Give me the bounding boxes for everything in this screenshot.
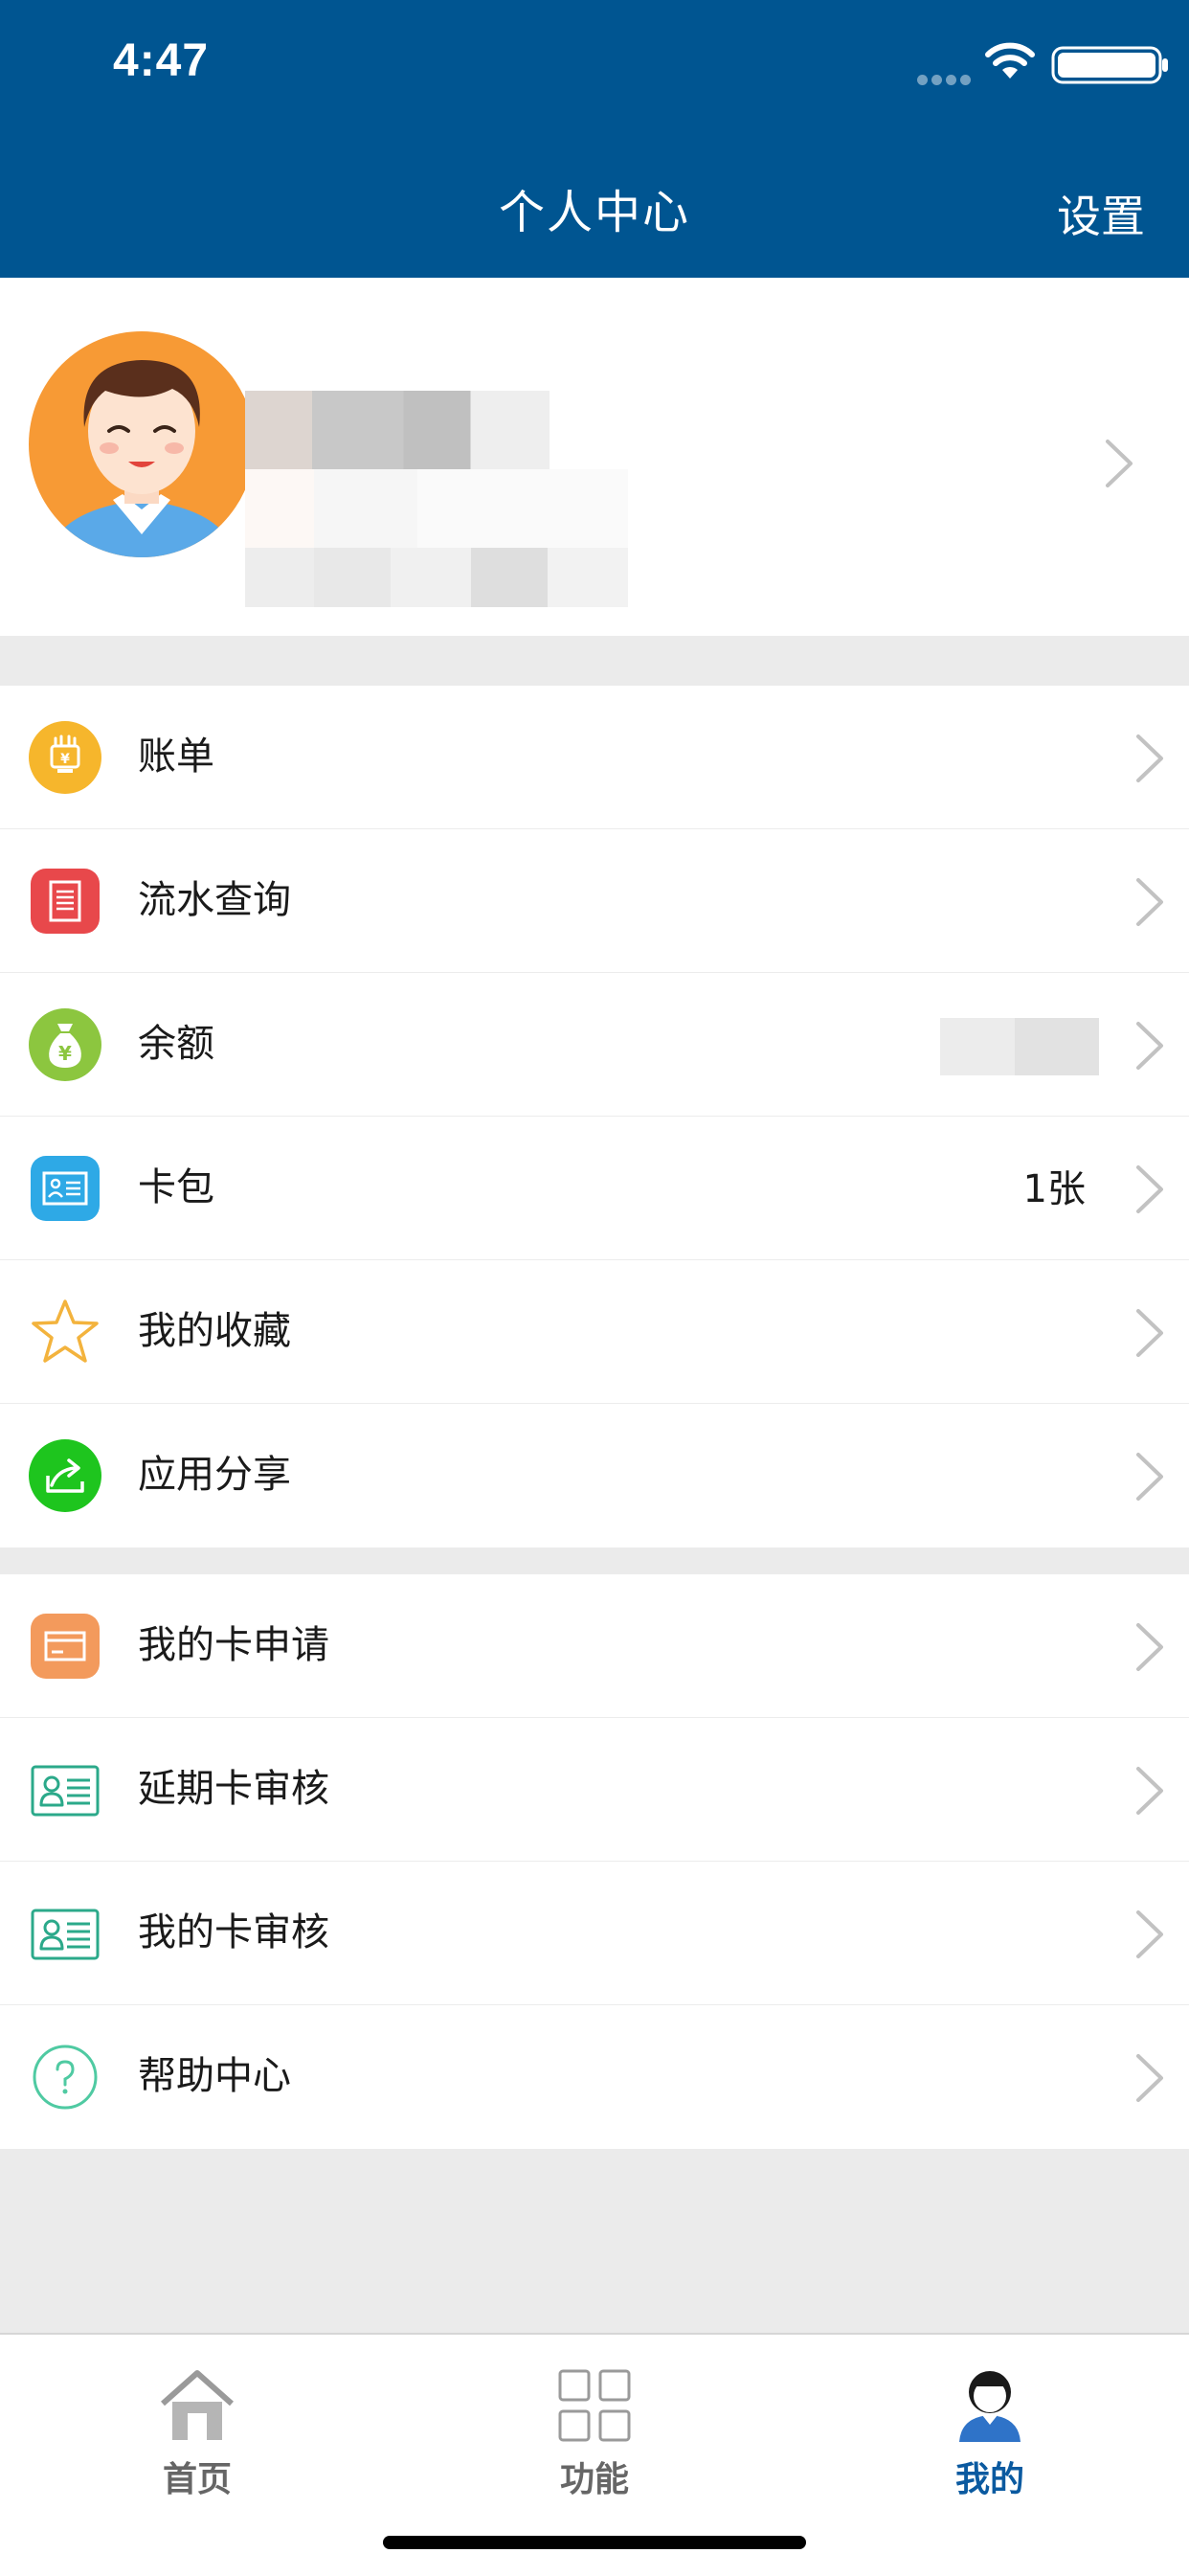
tab-mine[interactable]: 我的	[904, 2367, 1076, 2501]
menu-item-share-app[interactable]: 应用分享	[0, 1404, 1189, 1548]
menu-item-label: 我的卡审核	[138, 1910, 329, 1955]
status-time: 4:47	[113, 35, 210, 86]
avatar	[29, 331, 255, 557]
chevron-right-icon	[1136, 2054, 1163, 2102]
tab-functions[interactable]: 功能	[508, 2367, 681, 2501]
menu-item-card-application[interactable]: 我的卡申请	[0, 1574, 1189, 1718]
profile-card[interactable]	[0, 278, 1189, 636]
menu-item-help-center[interactable]: 帮助中心	[0, 2005, 1189, 2149]
menu-item-extension-card-review[interactable]: 延期卡审核	[0, 1718, 1189, 1862]
tab-label: 功能	[559, 2460, 629, 2499]
nav-bar: 个人中心 设置	[0, 126, 1189, 278]
battery-icon	[1051, 46, 1168, 84]
menu-item-label: 余额	[138, 1022, 214, 1066]
menu-item-label: 我的卡申请	[138, 1623, 329, 1667]
menu-item-label: 应用分享	[138, 1453, 291, 1497]
chevron-right-icon	[1136, 1165, 1163, 1213]
menu-item-favorites[interactable]: 我的收藏	[0, 1260, 1189, 1404]
bill-icon: ¥	[29, 721, 101, 794]
menu-item-my-card-review[interactable]: 我的卡审核	[0, 1862, 1189, 2005]
page-title: 个人中心	[498, 186, 690, 239]
id-card-review-icon	[31, 1909, 100, 1960]
grid-icon	[558, 2369, 631, 2442]
home-indicator	[383, 2536, 806, 2549]
menu-group-cards: 我的卡申请 延期卡审核 我的卡审核 帮助中心	[0, 1574, 1189, 2149]
menu-item-label: 流水查询	[138, 878, 291, 922]
menu-group-account: ¥ 账单 流水查询 ¥ 余额 卡包 1张 我的收藏 应用分享	[0, 686, 1189, 1548]
tab-label: 我的	[954, 2460, 1024, 2499]
user-info-redacted	[245, 469, 628, 548]
chevron-right-icon	[1136, 1453, 1163, 1501]
menu-item-balance[interactable]: ¥ 余额	[0, 973, 1189, 1117]
menu-item-label: 帮助中心	[138, 2054, 291, 2098]
home-icon	[161, 2370, 234, 2440]
card-count: 1张	[1022, 1167, 1086, 1211]
card-apply-icon	[31, 1614, 100, 1679]
balance-redacted	[940, 1018, 1099, 1075]
cellular-signal-icon	[917, 71, 975, 89]
wifi-icon	[985, 42, 1035, 79]
chevron-right-icon	[1136, 1767, 1163, 1815]
chevron-right-icon	[1106, 440, 1133, 487]
transaction-query-icon	[31, 869, 100, 934]
chevron-right-icon	[1136, 1309, 1163, 1357]
chevron-right-icon	[1136, 1022, 1163, 1070]
user-id-redacted	[245, 548, 628, 607]
menu-item-transaction-query[interactable]: 流水查询	[0, 829, 1189, 973]
username-redacted	[245, 391, 550, 469]
settings-button[interactable]: 设置	[1057, 182, 1145, 245]
chevron-right-icon	[1136, 734, 1163, 782]
chevron-right-icon	[1136, 878, 1163, 926]
menu-item-bill[interactable]: ¥ 账单	[0, 686, 1189, 829]
help-icon	[33, 2045, 98, 2110]
card-wallet-icon	[31, 1156, 100, 1221]
share-icon	[29, 1439, 101, 1512]
id-card-review-icon	[31, 1765, 100, 1817]
tab-label: 首页	[162, 2460, 232, 2499]
menu-item-label: 延期卡审核	[138, 1767, 329, 1811]
menu-item-card-wallet[interactable]: 卡包 1张	[0, 1117, 1189, 1260]
chevron-right-icon	[1136, 1623, 1163, 1671]
tab-home[interactable]: 首页	[111, 2367, 283, 2501]
menu-item-label: 卡包	[138, 1165, 214, 1209]
money-bag-icon: ¥	[29, 1008, 101, 1081]
chevron-right-icon	[1136, 1910, 1163, 1958]
user-icon	[959, 2371, 1021, 2442]
svg-text:¥: ¥	[58, 1042, 72, 1065]
svg-text:¥: ¥	[60, 752, 70, 767]
star-icon	[32, 1299, 99, 1363]
status-bar: 4:47	[0, 0, 1189, 126]
menu-item-label: 我的收藏	[138, 1309, 291, 1353]
menu-item-label: 账单	[138, 734, 214, 779]
